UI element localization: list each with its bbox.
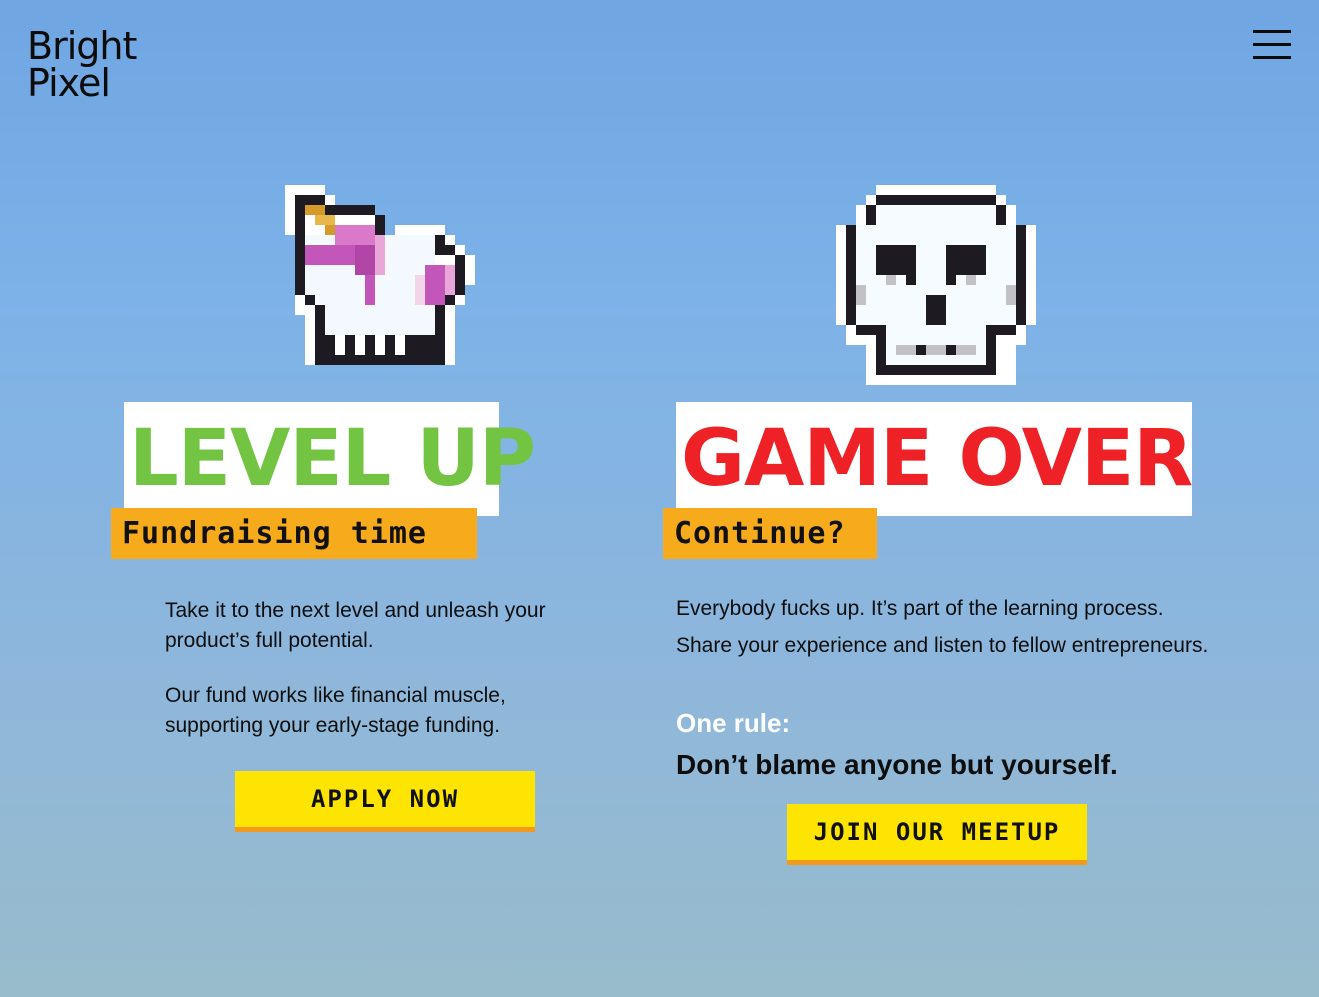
fundraising-subtitle-text: Fundraising time <box>122 516 427 551</box>
level-up-paragraph-2: Our fund works like financial muscle, su… <box>165 684 506 737</box>
pixel-unicorn-icon <box>285 185 485 385</box>
level-up-description: Take it to the next level and unleash yo… <box>165 596 585 741</box>
one-rule-text: Don’t blame anyone but yourself. <box>676 749 1118 780</box>
continue-subtitle-text: Continue? <box>674 516 846 551</box>
game-over-title: GAME OVER <box>676 402 1193 516</box>
hamburger-menu-icon[interactable] <box>1253 28 1293 60</box>
continue-subtitle: Continue? <box>663 508 877 559</box>
game-over-title-text: GAME OVER <box>681 414 1193 504</box>
one-rule-label: One rule: <box>676 708 791 738</box>
level-up-title-text: LEVEL UP <box>129 414 536 504</box>
level-up-title: LEVEL UP <box>124 402 536 516</box>
game-over-paragraph-1: Everybody fucks up. It’s part of the lea… <box>676 597 1209 657</box>
join-our-meetup-button[interactable]: JOIN OUR MEETUP <box>787 804 1087 865</box>
fundraising-subtitle: Fundraising time <box>111 508 477 559</box>
logo-line-1: Bright <box>27 24 137 68</box>
pixel-skull-icon <box>836 185 1036 385</box>
level-up-paragraph-1: Take it to the next level and unleash yo… <box>165 599 546 652</box>
bright-pixel-logo[interactable]: Bright Pixel <box>27 24 137 105</box>
logo-line-2: Pixel <box>27 61 111 105</box>
game-over-description: Everybody fucks up. It’s part of the lea… <box>676 590 1216 664</box>
apply-now-button[interactable]: APPLY NOW <box>235 771 535 832</box>
